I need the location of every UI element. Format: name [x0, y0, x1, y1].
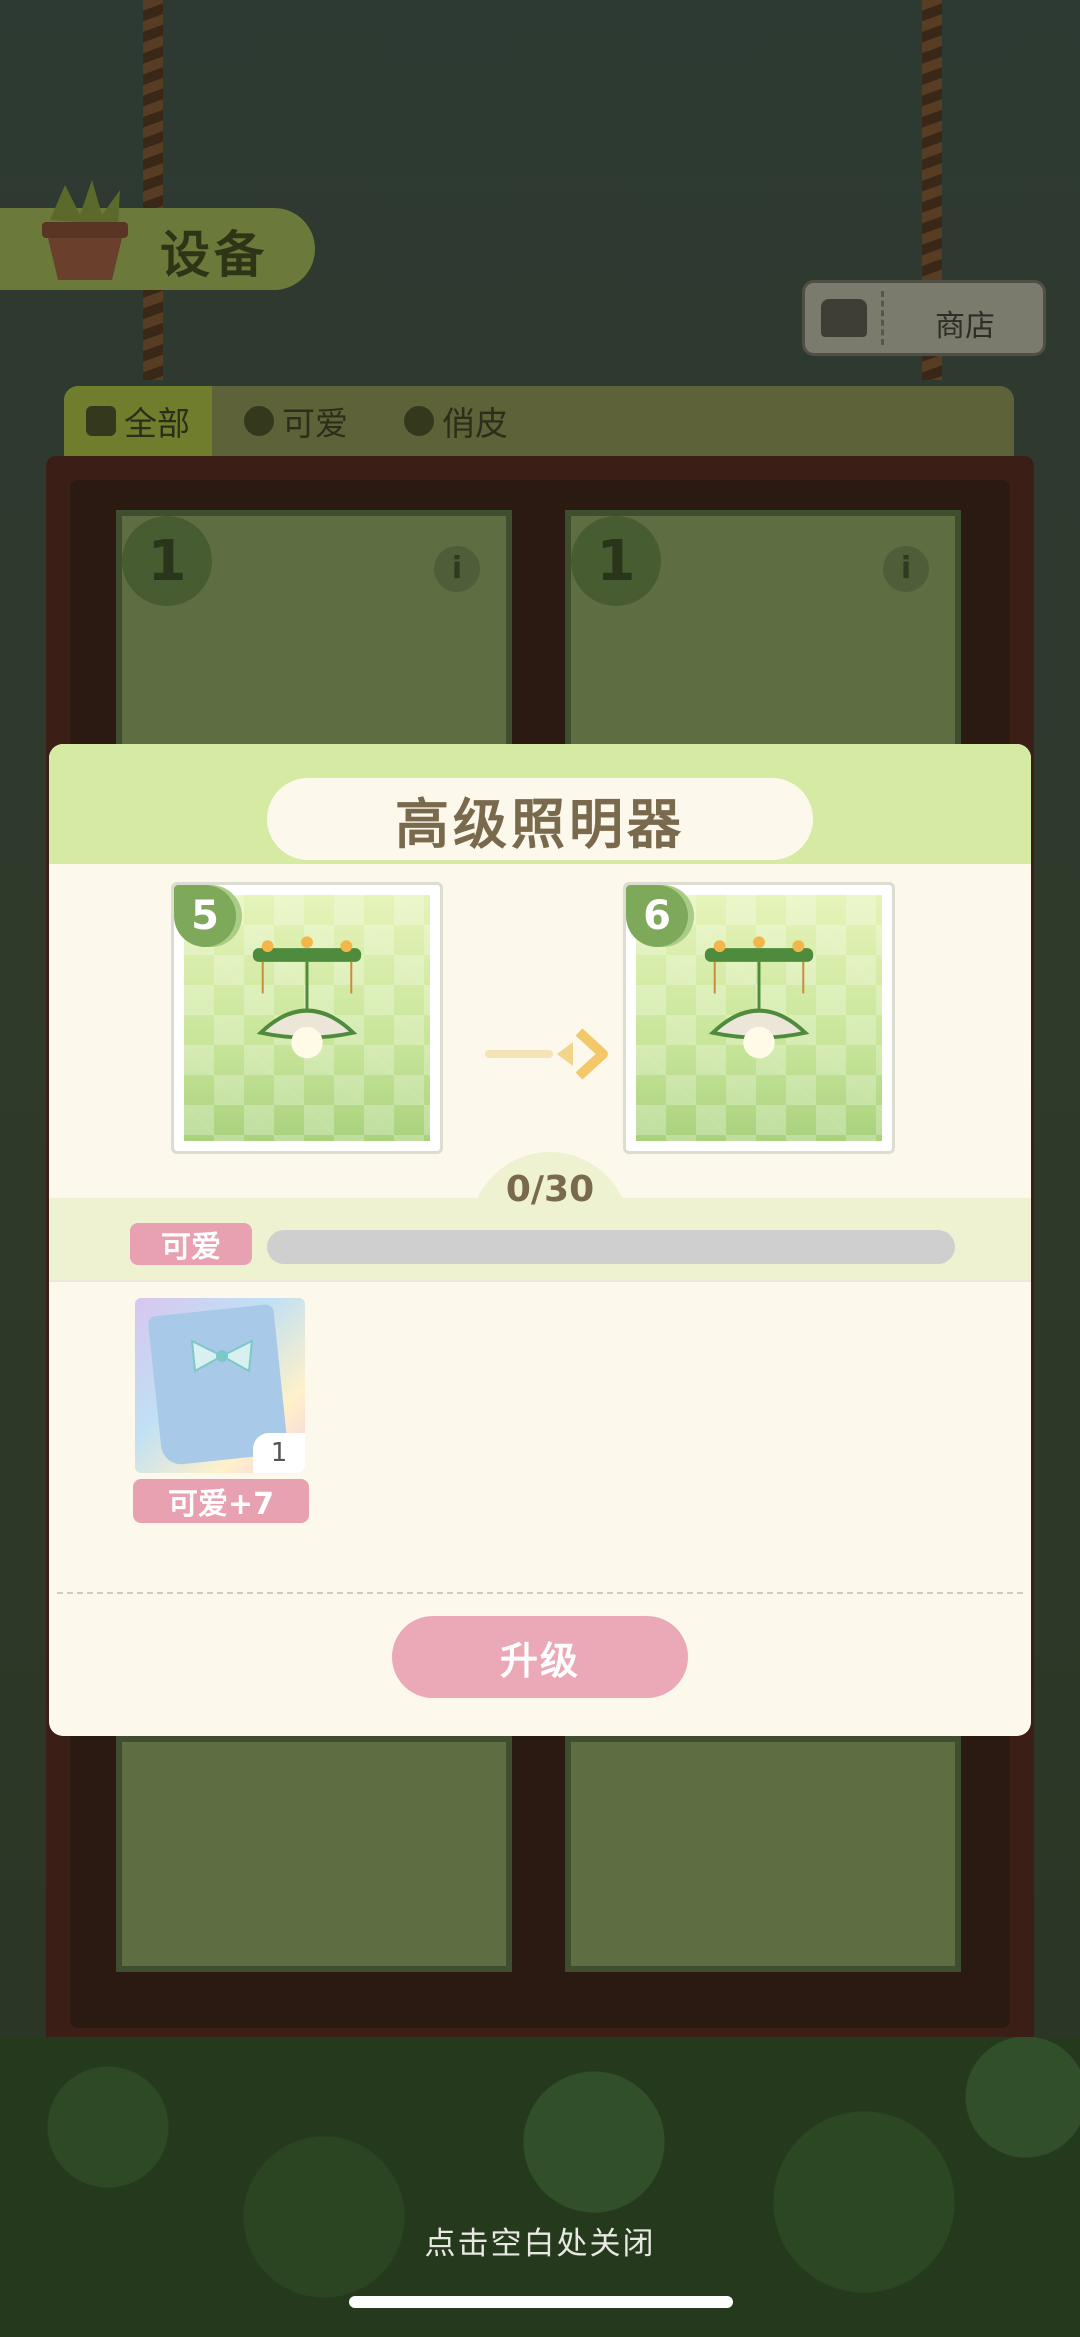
tab-playful[interactable]: 俏皮: [404, 386, 508, 456]
progress-text: 0/30: [505, 1169, 595, 1210]
grid-icon: [86, 406, 116, 436]
info-icon[interactable]: i: [434, 546, 480, 592]
home-indicator[interactable]: [349, 2296, 733, 2308]
equipment-card[interactable]: [116, 1736, 512, 1972]
next-level-card: 6: [623, 882, 895, 1154]
plant-pot-icon: [42, 180, 128, 280]
progress-bar: [267, 1230, 955, 1264]
ribbon-bow-icon: [190, 1339, 254, 1373]
close-hint[interactable]: 点击空白处关闭: [0, 2218, 1080, 2263]
equipment-card[interactable]: [565, 1736, 961, 1972]
tab-all[interactable]: 全部: [64, 386, 212, 456]
shop-button[interactable]: 商店: [802, 280, 1046, 356]
page-title: 设备: [160, 226, 268, 284]
modal-title: 高级照明器: [267, 778, 813, 860]
level-badge: 5: [174, 885, 236, 947]
tab-cute[interactable]: 可爱: [244, 386, 348, 456]
level-badge: 1: [122, 516, 212, 606]
tab-label: 可爱: [282, 404, 348, 443]
divider: [57, 1592, 1023, 1594]
material-item[interactable]: 1: [135, 1298, 305, 1473]
level-badge: 1: [571, 516, 661, 606]
cherry-icon: [404, 406, 434, 436]
level-badge: 6: [626, 885, 688, 947]
divider: [49, 1280, 1031, 1282]
category-tabs: 全部 可爱 俏皮: [64, 386, 1014, 456]
current-level-card: 5: [171, 882, 443, 1154]
shop-label: 商店: [935, 309, 995, 344]
divider: [881, 291, 884, 345]
equipment-card[interactable]: 1 i: [565, 510, 961, 780]
foliage-decoration: [0, 2037, 1080, 2337]
material-count: 1: [253, 1433, 305, 1473]
info-icon[interactable]: i: [883, 546, 929, 592]
attribute-tag: 可爱: [130, 1223, 252, 1265]
cherry-icon: [244, 406, 274, 436]
shop-stall-icon: [821, 299, 867, 337]
tab-label: 俏皮: [442, 404, 508, 443]
material-bonus-tag: 可爱+7: [133, 1479, 309, 1523]
tab-label: 全部: [124, 404, 190, 443]
hanging-rope: [143, 0, 163, 380]
equipment-card[interactable]: 1 i: [116, 510, 512, 780]
upgrade-modal: 高级照明器 5 6 0/30 可爱 1 可爱+7 升级: [49, 744, 1031, 1736]
upgrade-button[interactable]: 升级: [392, 1616, 688, 1698]
arrow-right-icon: [485, 1028, 608, 1080]
